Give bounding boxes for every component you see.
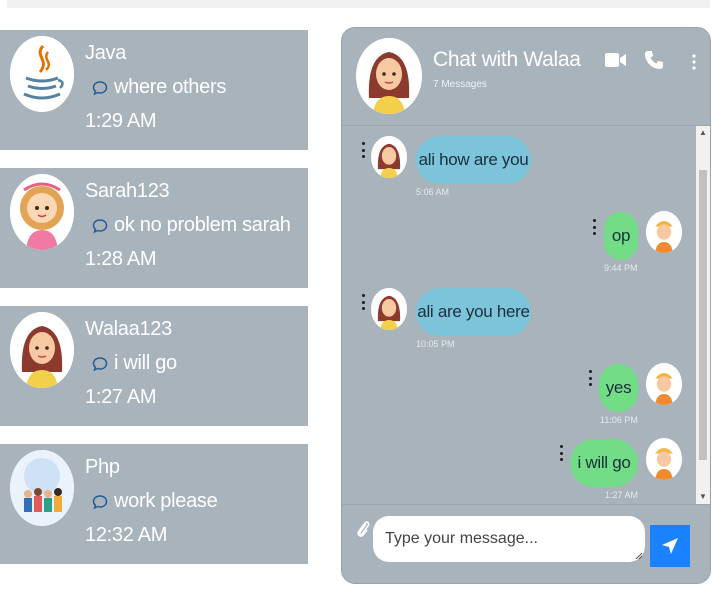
conversation-time: 1:29 AM [85,110,157,132]
conversation-item-sarah123[interactable]: Sarah123 ok no problem sarah 1:28 AM [0,168,308,288]
message-options-icon[interactable] [593,219,597,235]
message-scrollbar[interactable]: ▲ ▼ [696,126,710,504]
video-camera-icon[interactable] [605,52,627,68]
conversation-preview-text: ok no problem sarah [114,214,291,236]
boy-avatar-icon [646,211,682,253]
chat-bubble-icon [92,80,108,95]
message-options-icon[interactable] [560,445,564,461]
send-button[interactable] [650,525,690,567]
conversation-preview: work please [92,490,218,513]
message-time: 11:06 PM [600,415,638,425]
conversation-preview-text: where others [114,76,227,98]
message-count: 7 Messages [433,79,487,90]
message-list[interactable]: ali how are you 5:06 AM op 9:44 PM ali a… [342,126,698,504]
conversation-preview-text: i will go [114,352,177,374]
chat-header: Chat with Walaa 7 Messages [342,28,710,126]
conversation-name: Php [85,456,120,478]
conversation-preview: ok no problem sarah [92,214,291,237]
message-options-icon[interactable] [362,294,366,310]
group-avatar-icon [10,450,74,526]
conversation-time: 12:32 AM [85,524,168,546]
message-bubble: op [604,212,638,260]
message-time: 1:27 AM [605,490,639,500]
chat-bubble-icon [92,218,108,233]
conversation-name: Java [85,42,127,64]
conversation-item-php[interactable]: Php work please 12:32 AM [0,444,308,564]
scroll-up-icon[interactable]: ▲ [699,128,707,137]
paperclip-icon[interactable] [356,519,370,539]
top-strip [7,0,710,8]
message-input[interactable] [373,516,645,562]
message-time: 9:44 PM [604,263,638,273]
boy-avatar-icon [646,438,682,480]
boy-avatar-icon [646,363,682,405]
message-bubble: ali are you here [416,288,531,336]
message-bubble: ali how are you [416,136,531,184]
send-arrow-icon [662,538,678,554]
message-time: 5:06 AM [416,187,450,197]
java-logo-icon [10,36,74,112]
message-bubble: i will go [570,439,638,487]
chat-title: Chat with Walaa [433,48,581,71]
message-options-icon[interactable] [362,142,366,158]
conversation-name: Walaa123 [85,318,172,340]
conversation-preview: where others [92,76,226,99]
resize-handle-icon[interactable] [635,552,643,560]
conversation-time: 1:28 AM [85,248,157,270]
message-options-icon[interactable] [589,370,593,386]
woman-avatar-icon [371,136,407,178]
conversation-time: 1:27 AM [85,386,157,408]
conversation-preview-text: work please [114,490,218,512]
woman-avatar-icon [371,288,407,330]
conversation-preview: i will go [92,352,177,375]
more-options-icon[interactable] [692,54,696,70]
chat-bubble-icon [92,356,108,371]
woman-avatar-icon [356,38,422,114]
phone-icon[interactable] [644,50,664,70]
conversation-item-walaa123[interactable]: Walaa123 i will go 1:27 AM [0,306,308,426]
scrollbar-thumb[interactable] [699,170,707,460]
conversation-name: Sarah123 [85,180,170,202]
woman-avatar-icon [10,312,74,388]
girl-avatar-icon [10,174,74,250]
chat-panel: Chat with Walaa 7 Messages ali how are y… [341,27,711,584]
message-time: 10:05 PM [416,339,455,349]
conversation-item-java[interactable]: Java where others 1:29 AM [0,30,308,150]
scroll-down-icon[interactable]: ▼ [699,492,707,501]
chat-bubble-icon [92,494,108,509]
message-composer [342,504,710,583]
message-bubble: yes [599,364,638,412]
